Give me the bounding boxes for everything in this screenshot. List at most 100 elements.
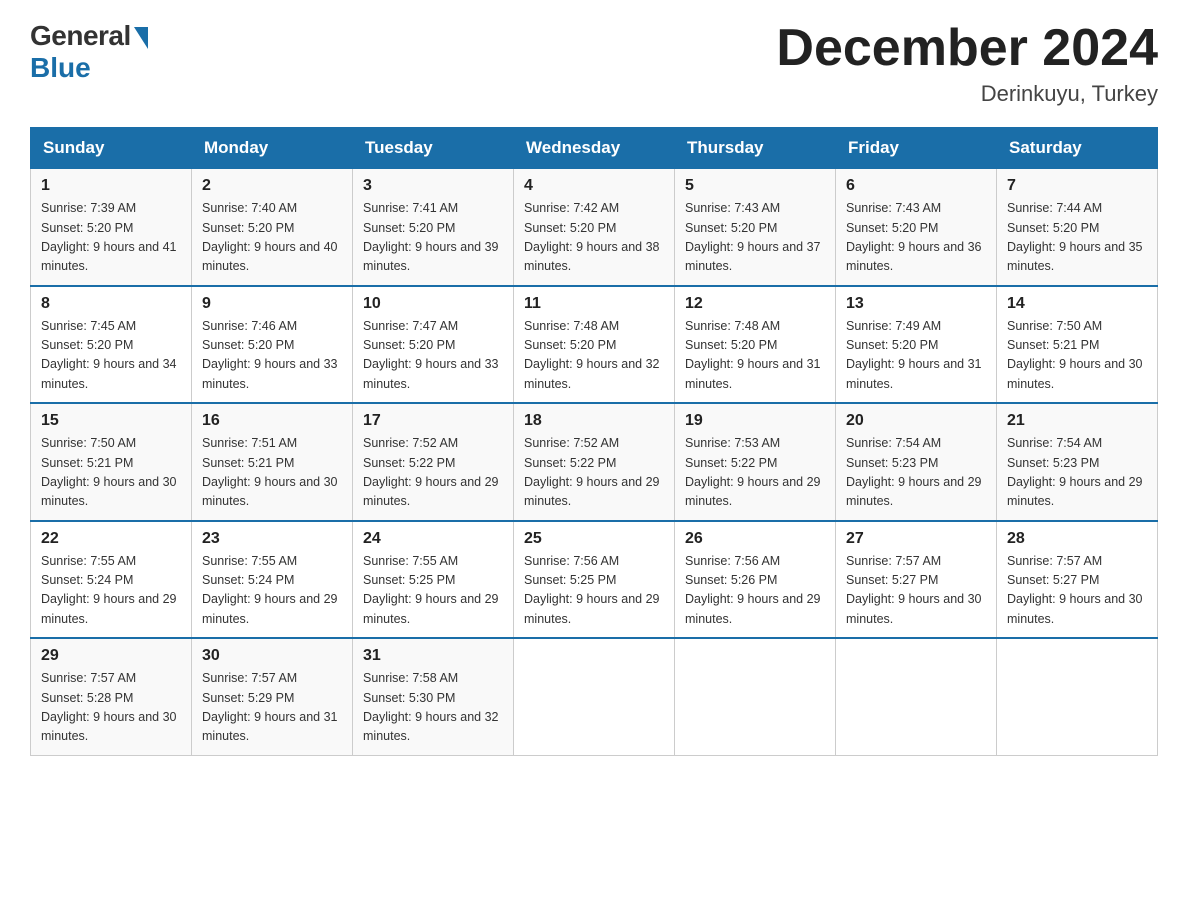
- calendar-day-cell: 9Sunrise: 7:46 AMSunset: 5:20 PMDaylight…: [192, 286, 353, 404]
- calendar-day-header: Tuesday: [353, 128, 514, 169]
- calendar-day-cell: 4 Sunrise: 7:42 AMSunset: 5:20 PMDaylight…: [514, 169, 675, 286]
- calendar-week-row: 22 Sunrise: 7:55 AMSunset: 5:24 PMDayligh…: [31, 521, 1158, 639]
- calendar-week-row: 8Sunrise: 7:45 AMSunset: 5:20 PMDaylight…: [31, 286, 1158, 404]
- calendar-day-cell: 30 Sunrise: 7:57 AMSunset: 5:29 PMDayligh…: [192, 638, 353, 755]
- calendar-day-cell: [997, 638, 1158, 755]
- day-number: 6: [846, 177, 986, 195]
- calendar-day-header: Wednesday: [514, 128, 675, 169]
- day-info: Sunrise: 7:54 AMSunset: 5:23 PMDaylight:…: [846, 434, 986, 512]
- day-info: Sunrise: 7:57 AMSunset: 5:28 PMDaylight:…: [41, 669, 181, 747]
- day-info: Sunrise: 7:50 AMSunset: 5:21 PMDaylight:…: [1007, 317, 1147, 395]
- month-year-title: December 2024: [776, 20, 1158, 77]
- calendar-day-cell: 5 Sunrise: 7:43 AMSunset: 5:20 PMDaylight…: [675, 169, 836, 286]
- day-info: Sunrise: 7:55 AMSunset: 5:24 PMDaylight:…: [202, 552, 342, 630]
- calendar-day-cell: 8Sunrise: 7:45 AMSunset: 5:20 PMDaylight…: [31, 286, 192, 404]
- day-number: 14: [1007, 295, 1147, 313]
- day-info: Sunrise: 7:44 AMSunset: 5:20 PMDaylight:…: [1007, 199, 1147, 277]
- location-subtitle: Derinkuyu, Turkey: [776, 81, 1158, 107]
- day-info: Sunrise: 7:47 AMSunset: 5:20 PMDaylight:…: [363, 317, 503, 395]
- page-header: General Blue December 2024 Derinkuyu, Tu…: [30, 20, 1158, 107]
- day-number: 19: [685, 412, 825, 430]
- day-number: 20: [846, 412, 986, 430]
- day-info: Sunrise: 7:56 AMSunset: 5:26 PMDaylight:…: [685, 552, 825, 630]
- calendar-day-cell: 29 Sunrise: 7:57 AMSunset: 5:28 PMDayligh…: [31, 638, 192, 755]
- day-number: 28: [1007, 530, 1147, 548]
- calendar-day-cell: 25 Sunrise: 7:56 AMSunset: 5:25 PMDayligh…: [514, 521, 675, 639]
- day-number: 4: [524, 177, 664, 195]
- calendar-table: SundayMondayTuesdayWednesdayThursdayFrid…: [30, 127, 1158, 756]
- calendar-day-cell: 15 Sunrise: 7:50 AMSunset: 5:21 PMDayligh…: [31, 403, 192, 521]
- day-number: 13: [846, 295, 986, 313]
- calendar-day-header: Friday: [836, 128, 997, 169]
- calendar-day-cell: 2 Sunrise: 7:40 AMSunset: 5:20 PMDaylight…: [192, 169, 353, 286]
- day-info: Sunrise: 7:46 AMSunset: 5:20 PMDaylight:…: [202, 317, 342, 395]
- calendar-week-row: 29 Sunrise: 7:57 AMSunset: 5:28 PMDayligh…: [31, 638, 1158, 755]
- day-info: Sunrise: 7:43 AMSunset: 5:20 PMDaylight:…: [685, 199, 825, 277]
- day-number: 11: [524, 295, 664, 313]
- calendar-day-cell: 10 Sunrise: 7:47 AMSunset: 5:20 PMDayligh…: [353, 286, 514, 404]
- day-info: Sunrise: 7:45 AMSunset: 5:20 PMDaylight:…: [41, 317, 181, 395]
- day-info: Sunrise: 7:57 AMSunset: 5:27 PMDaylight:…: [846, 552, 986, 630]
- calendar-week-row: 15 Sunrise: 7:50 AMSunset: 5:21 PMDayligh…: [31, 403, 1158, 521]
- day-number: 29: [41, 647, 181, 665]
- day-number: 22: [41, 530, 181, 548]
- day-info: Sunrise: 7:55 AMSunset: 5:25 PMDaylight:…: [363, 552, 503, 630]
- day-number: 7: [1007, 177, 1147, 195]
- day-number: 17: [363, 412, 503, 430]
- calendar-week-row: 1Sunrise: 7:39 AMSunset: 5:20 PMDaylight…: [31, 169, 1158, 286]
- day-number: 24: [363, 530, 503, 548]
- day-info: Sunrise: 7:57 AMSunset: 5:27 PMDaylight:…: [1007, 552, 1147, 630]
- day-info: Sunrise: 7:56 AMSunset: 5:25 PMDaylight:…: [524, 552, 664, 630]
- day-info: Sunrise: 7:40 AMSunset: 5:20 PMDaylight:…: [202, 199, 342, 277]
- day-number: 31: [363, 647, 503, 665]
- day-info: Sunrise: 7:57 AMSunset: 5:29 PMDaylight:…: [202, 669, 342, 747]
- calendar-day-header: Sunday: [31, 128, 192, 169]
- day-number: 12: [685, 295, 825, 313]
- calendar-day-cell: [514, 638, 675, 755]
- calendar-day-cell: 28 Sunrise: 7:57 AMSunset: 5:27 PMDayligh…: [997, 521, 1158, 639]
- calendar-day-cell: 7 Sunrise: 7:44 AMSunset: 5:20 PMDaylight…: [997, 169, 1158, 286]
- calendar-day-cell: [675, 638, 836, 755]
- calendar-day-cell: 24 Sunrise: 7:55 AMSunset: 5:25 PMDayligh…: [353, 521, 514, 639]
- calendar-day-cell: [836, 638, 997, 755]
- calendar-day-cell: 3Sunrise: 7:41 AMSunset: 5:20 PMDaylight…: [353, 169, 514, 286]
- day-info: Sunrise: 7:51 AMSunset: 5:21 PMDaylight:…: [202, 434, 342, 512]
- calendar-day-cell: 23 Sunrise: 7:55 AMSunset: 5:24 PMDayligh…: [192, 521, 353, 639]
- day-number: 23: [202, 530, 342, 548]
- day-info: Sunrise: 7:54 AMSunset: 5:23 PMDaylight:…: [1007, 434, 1147, 512]
- calendar-day-header: Thursday: [675, 128, 836, 169]
- day-number: 30: [202, 647, 342, 665]
- calendar-day-cell: 20 Sunrise: 7:54 AMSunset: 5:23 PMDayligh…: [836, 403, 997, 521]
- day-info: Sunrise: 7:42 AMSunset: 5:20 PMDaylight:…: [524, 199, 664, 277]
- calendar-day-cell: 12 Sunrise: 7:48 AMSunset: 5:20 PMDayligh…: [675, 286, 836, 404]
- logo: General Blue: [30, 20, 148, 84]
- calendar-day-cell: 14 Sunrise: 7:50 AMSunset: 5:21 PMDayligh…: [997, 286, 1158, 404]
- day-info: Sunrise: 7:41 AMSunset: 5:20 PMDaylight:…: [363, 199, 503, 277]
- day-info: Sunrise: 7:39 AMSunset: 5:20 PMDaylight:…: [41, 199, 181, 277]
- calendar-day-cell: 27 Sunrise: 7:57 AMSunset: 5:27 PMDayligh…: [836, 521, 997, 639]
- calendar-day-cell: 17Sunrise: 7:52 AMSunset: 5:22 PMDayligh…: [353, 403, 514, 521]
- calendar-day-cell: 22Sunrise: 7:55 AMSunset: 5:24 PMDayligh…: [31, 521, 192, 639]
- calendar-day-cell: 13Sunrise: 7:49 AMSunset: 5:20 PMDayligh…: [836, 286, 997, 404]
- day-number: 10: [363, 295, 503, 313]
- day-info: Sunrise: 7:52 AMSunset: 5:22 PMDaylight:…: [524, 434, 664, 512]
- day-number: 5: [685, 177, 825, 195]
- day-number: 2: [202, 177, 342, 195]
- logo-general-text: General: [30, 20, 131, 52]
- day-number: 15: [41, 412, 181, 430]
- day-info: Sunrise: 7:50 AMSunset: 5:21 PMDaylight:…: [41, 434, 181, 512]
- day-number: 27: [846, 530, 986, 548]
- calendar-day-cell: 18Sunrise: 7:52 AMSunset: 5:22 PMDayligh…: [514, 403, 675, 521]
- calendar-day-header: Saturday: [997, 128, 1158, 169]
- calendar-day-cell: 31Sunrise: 7:58 AMSunset: 5:30 PMDayligh…: [353, 638, 514, 755]
- title-section: December 2024 Derinkuyu, Turkey: [776, 20, 1158, 107]
- calendar-day-cell: 16 Sunrise: 7:51 AMSunset: 5:21 PMDayligh…: [192, 403, 353, 521]
- calendar-day-cell: 21Sunrise: 7:54 AMSunset: 5:23 PMDayligh…: [997, 403, 1158, 521]
- calendar-header-row: SundayMondayTuesdayWednesdayThursdayFrid…: [31, 128, 1158, 169]
- day-info: Sunrise: 7:48 AMSunset: 5:20 PMDaylight:…: [685, 317, 825, 395]
- day-number: 25: [524, 530, 664, 548]
- calendar-day-cell: 19Sunrise: 7:53 AMSunset: 5:22 PMDayligh…: [675, 403, 836, 521]
- day-number: 16: [202, 412, 342, 430]
- calendar-day-cell: 26Sunrise: 7:56 AMSunset: 5:26 PMDayligh…: [675, 521, 836, 639]
- calendar-day-cell: 6Sunrise: 7:43 AMSunset: 5:20 PMDaylight…: [836, 169, 997, 286]
